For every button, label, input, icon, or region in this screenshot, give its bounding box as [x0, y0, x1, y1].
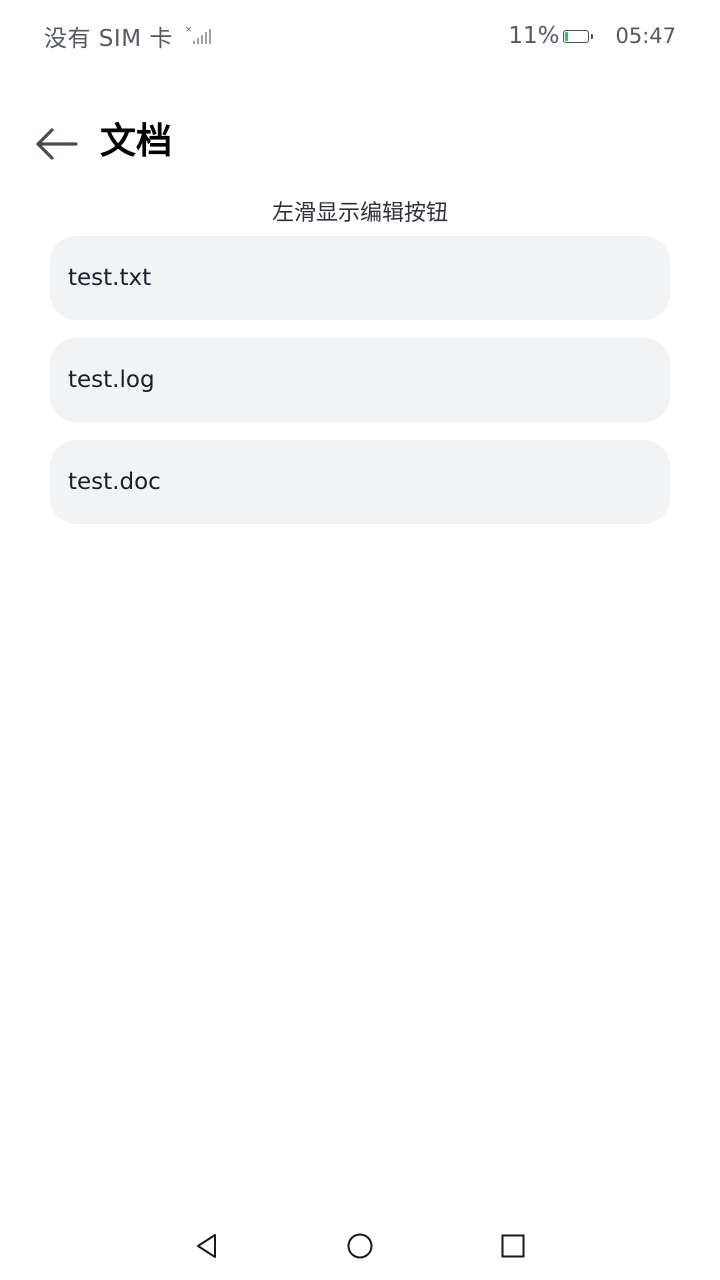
file-name: test.doc — [68, 469, 161, 495]
no-signal-icon: × — [185, 25, 213, 46]
nav-recents-button[interactable] — [495, 1228, 531, 1264]
nav-back-button[interactable] — [189, 1228, 225, 1264]
square-recents-icon — [501, 1234, 525, 1258]
carrier-label: 没有 SIM 卡 — [44, 26, 173, 52]
status-right: 11% 05:47 — [508, 18, 676, 54]
navigation-bar — [0, 1210, 720, 1280]
list-item[interactable]: test.doc — [50, 440, 670, 524]
circle-home-icon — [347, 1233, 373, 1259]
battery-icon — [563, 29, 594, 43]
status-bar: 没有 SIM 卡 × 11% 05:47 — [0, 0, 720, 72]
list-item[interactable]: test.log — [50, 338, 670, 422]
file-name: test.log — [68, 367, 155, 393]
list-item[interactable]: test.txt — [50, 236, 670, 320]
status-left: 没有 SIM 卡 × — [44, 18, 213, 54]
arrow-left-icon — [36, 128, 78, 160]
back-button[interactable] — [30, 122, 82, 166]
triangle-back-icon — [197, 1234, 216, 1258]
nav-home-button[interactable] — [342, 1228, 378, 1264]
file-name: test.txt — [68, 265, 152, 291]
title-bar: 文档 — [0, 112, 720, 176]
file-list: test.txt test.log test.doc — [50, 236, 670, 542]
clock: 05:47 — [615, 24, 676, 48]
battery-fill — [565, 31, 569, 41]
swipe-hint: 左滑显示编辑按钮 — [271, 201, 448, 226]
battery-percent: 11% — [508, 23, 560, 49]
page-title: 文档 — [100, 121, 173, 162]
